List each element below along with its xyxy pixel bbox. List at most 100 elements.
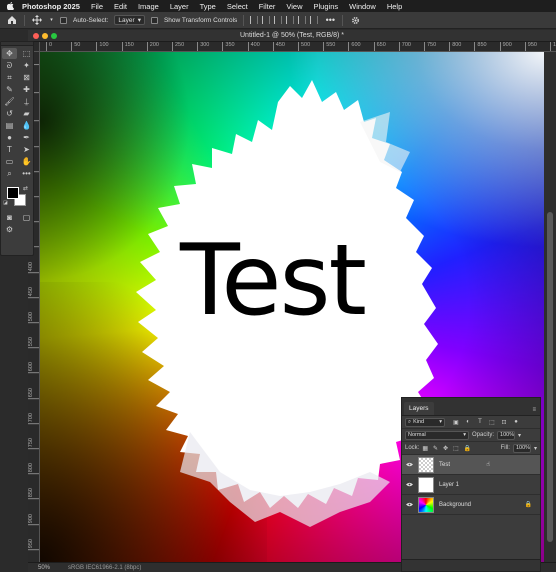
move-tool-icon[interactable] — [31, 14, 43, 26]
horizontal-ruler[interactable]: 0 50 100 150 200 250 300 350 400 450 500 550 600 650 7… — [40, 42, 556, 52]
align-center-icon[interactable] — [262, 16, 271, 24]
menu-bar: Photoshop 2025 File Edit Image Layer Typ… — [0, 0, 556, 12]
dodge-tool-icon[interactable]: ● — [2, 132, 17, 143]
menu-image[interactable]: Image — [138, 2, 159, 11]
menu-file[interactable]: File — [91, 2, 103, 11]
filter-smart-object-icon[interactable]: ⊡ — [500, 418, 508, 426]
shape-tool-icon[interactable]: ▭ — [2, 156, 17, 167]
ruler-tick-label: 900 — [28, 513, 39, 525]
panel-menu-icon[interactable]: ≡ — [532, 407, 536, 413]
more-options-icon[interactable]: ••• — [324, 14, 336, 26]
lock-pixels-icon[interactable]: ✎ — [433, 445, 438, 452]
layer-name[interactable]: Test — [439, 462, 481, 468]
history-brush-icon[interactable]: ↺ — [2, 108, 17, 119]
quick-mask-icon[interactable]: ◙ — [2, 212, 17, 223]
pen-tool-icon[interactable]: ✒ — [19, 132, 34, 143]
filter-kind-dropdown[interactable]: ⌕ Kind ▾ — [405, 417, 445, 427]
filter-shape-icon[interactable]: ⬚ — [488, 418, 496, 426]
align-middle-icon[interactable] — [298, 16, 307, 24]
menu-type[interactable]: Type — [200, 2, 216, 11]
lock-position-icon[interactable]: ✥ — [443, 445, 448, 452]
menu-help[interactable]: Help — [387, 2, 402, 11]
align-top-icon[interactable] — [286, 16, 295, 24]
align-bottom-icon[interactable] — [310, 16, 319, 24]
lock-artboard-icon[interactable]: ⬚ — [453, 445, 459, 452]
auto-select-target-dropdown[interactable]: Layer ▾ — [114, 15, 145, 25]
artboard-tool-icon[interactable]: ⬚ — [19, 48, 34, 59]
filter-toggle-icon[interactable]: ● — [512, 418, 520, 426]
type-tool-icon[interactable]: T — [2, 144, 17, 155]
vertical-scrollbar[interactable] — [544, 52, 556, 562]
eye-icon[interactable] — [406, 461, 413, 468]
tab-layers[interactable]: Layers — [404, 402, 434, 415]
eye-icon[interactable] — [406, 501, 413, 508]
healing-brush-icon[interactable]: ✚ — [19, 84, 34, 95]
filter-pixel-icon[interactable]: ▣ — [452, 418, 460, 426]
default-colors-icon[interactable]: ◪ — [3, 200, 8, 206]
edit-toolbar-icon[interactable]: ⚙ — [2, 224, 17, 235]
chevron-down-icon[interactable]: ▾ — [534, 445, 537, 452]
filter-adjustment-icon[interactable]: ◐ — [464, 418, 472, 426]
gear-icon[interactable] — [349, 14, 361, 26]
align-right-icon[interactable] — [274, 16, 283, 24]
chevron-down-icon[interactable]: ▾ — [49, 14, 54, 26]
eyedropper-icon[interactable]: ✎ — [2, 84, 17, 95]
frame-tool-icon[interactable]: ⊠ — [19, 72, 34, 83]
stamp-tool-icon[interactable]: ⍊ — [19, 96, 34, 107]
menu-view[interactable]: View — [286, 2, 302, 11]
home-icon[interactable] — [6, 14, 18, 26]
menu-plugins[interactable]: Plugins — [314, 2, 339, 11]
menu-filter[interactable]: Filter — [259, 2, 276, 11]
layer-thumbnail — [418, 496, 434, 513]
zoom-window-button[interactable] — [51, 33, 57, 39]
lock-all-icon[interactable]: 🔒 — [464, 445, 471, 452]
screen-mode-icon[interactable]: ▢ — [19, 212, 34, 223]
crop-tool-icon[interactable]: ⌗ — [2, 72, 17, 83]
brush-tool-icon[interactable]: 🖌 — [2, 96, 17, 107]
move-tool-icon[interactable]: ✥ — [2, 48, 17, 59]
foreground-color-swatch[interactable] — [7, 187, 19, 199]
menu-layer[interactable]: Layer — [170, 2, 189, 11]
eye-icon[interactable] — [406, 481, 413, 488]
layer-name[interactable]: Background — [439, 502, 520, 508]
hand-tool-icon[interactable]: ✋ — [19, 156, 34, 167]
filter-type-icon[interactable]: T — [476, 418, 484, 426]
scrollbar-thumb[interactable] — [547, 212, 553, 542]
menu-app-name[interactable]: Photoshop 2025 — [22, 2, 80, 11]
ruler-tick-label: 200 — [146, 42, 159, 51]
show-transform-controls-checkbox[interactable] — [150, 16, 158, 24]
blur-tool-icon[interactable]: 💧 — [19, 120, 34, 131]
gradient-tool-icon[interactable]: ▤ — [2, 120, 17, 131]
swap-colors-icon[interactable]: ⇄ — [23, 185, 28, 192]
opacity-input[interactable]: 100% — [497, 430, 516, 440]
layer-row-test[interactable]: Test ☝ — [402, 455, 540, 475]
auto-select-checkbox[interactable] — [60, 16, 67, 24]
menu-select[interactable]: Select — [227, 2, 248, 11]
menu-window[interactable]: Window — [349, 2, 376, 11]
opacity-label: Opacity: — [472, 432, 495, 438]
separator — [243, 14, 245, 26]
chevron-down-icon[interactable]: ▾ — [518, 432, 521, 439]
ruler-tick-label: 950 — [28, 538, 39, 550]
eraser-icon[interactable]: ▰ — [19, 108, 34, 119]
layer-name[interactable]: Layer 1 — [439, 482, 540, 488]
zoom-tool-icon[interactable]: ⌕ — [2, 168, 17, 179]
ruler-tick-label: 300 — [197, 42, 209, 51]
fill-input[interactable]: 100% — [512, 443, 531, 453]
close-window-button[interactable] — [33, 33, 39, 39]
minimize-window-button[interactable] — [42, 33, 48, 39]
align-left-icon[interactable] — [250, 16, 259, 24]
magic-wand-icon[interactable]: ✦ — [19, 60, 34, 71]
layer-row-layer-1[interactable]: Layer 1 — [402, 475, 540, 495]
path-selection-icon[interactable]: ➤ — [19, 144, 34, 155]
zoom-level[interactable]: 50% — [28, 565, 58, 571]
apple-icon[interactable] — [6, 2, 14, 11]
canvas-text-layer[interactable]: Test — [180, 224, 367, 338]
lasso-tool-icon[interactable]: ᘐ — [2, 60, 17, 71]
more-tools-icon[interactable]: ••• — [19, 168, 34, 179]
document-profile[interactable]: sRGB IEC61966-2.1 (8bpc) — [58, 565, 141, 571]
blend-mode-dropdown[interactable]: Normal ▾ — [405, 430, 469, 440]
layer-row-background[interactable]: Background 🔒 — [402, 495, 540, 515]
menu-edit[interactable]: Edit — [114, 2, 127, 11]
lock-transparency-icon[interactable]: ▦ — [422, 445, 428, 452]
